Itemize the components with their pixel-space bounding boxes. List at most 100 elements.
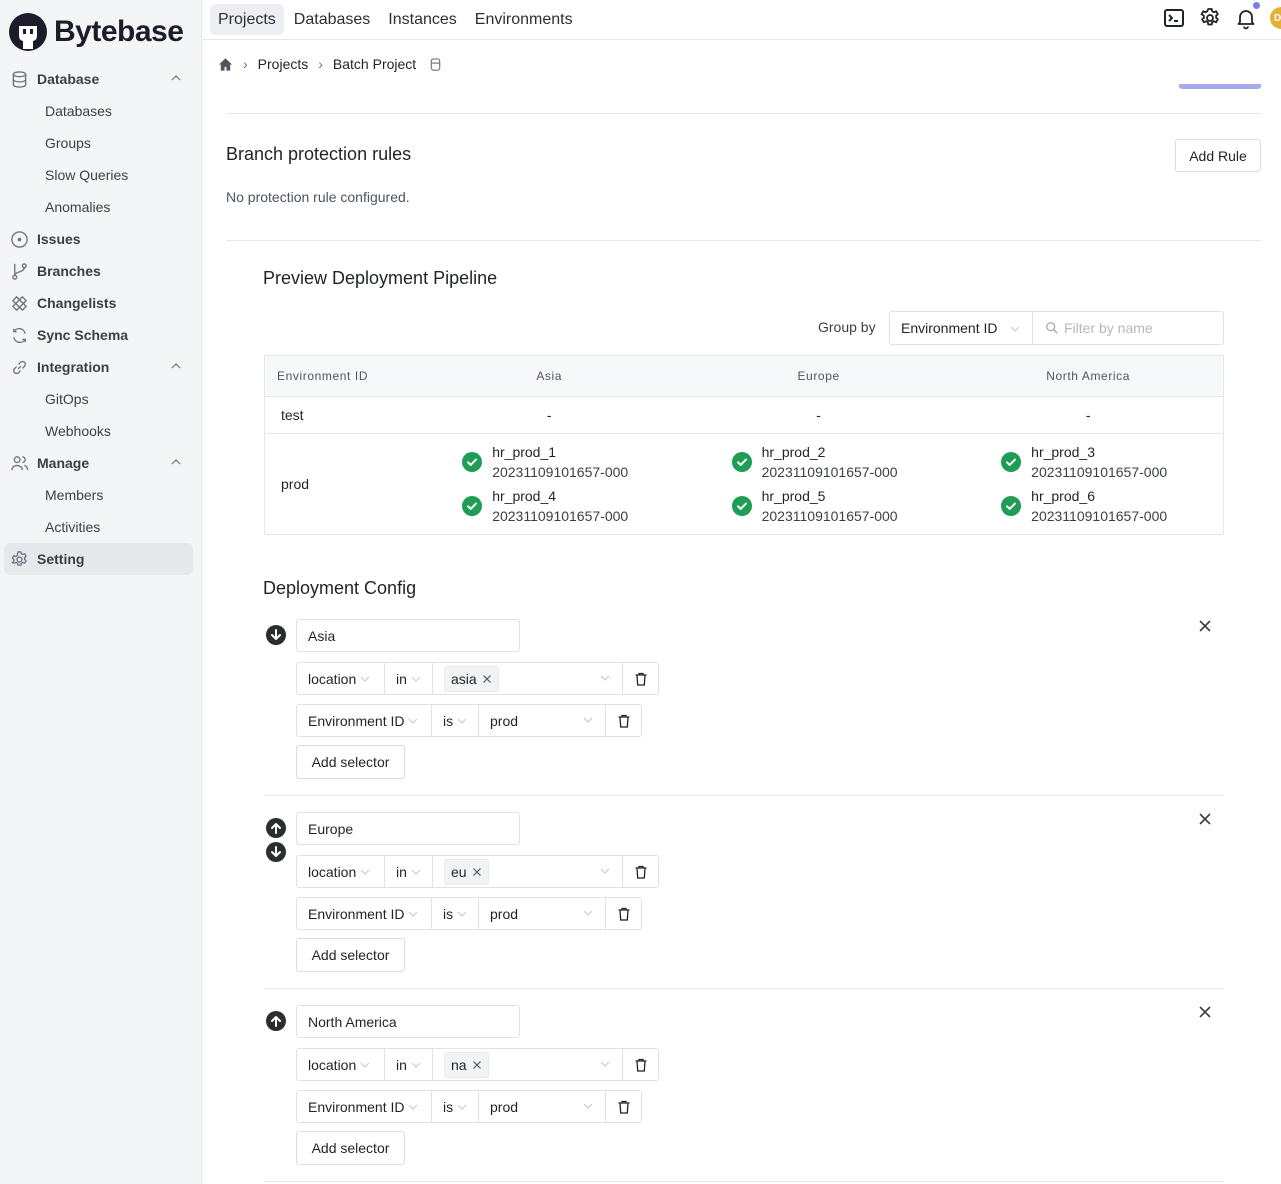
sidebar-item-label: Activities: [45, 519, 101, 535]
sidebar-item-anomalies[interactable]: Anomalies: [0, 191, 201, 223]
top-nav-environments[interactable]: Environments: [467, 4, 581, 35]
gear-icon[interactable]: [1198, 6, 1222, 30]
filter-by-name-input[interactable]: [1064, 320, 1214, 336]
divider: [226, 240, 1261, 241]
stage-name-input[interactable]: [296, 619, 520, 652]
home-icon[interactable]: [218, 57, 233, 72]
database-cell: hr_prod_1 20231109101657-000 hr_prod_4 2023…: [414, 433, 684, 535]
table-row: prod hr_prod_1 20231109101657-000 hr_prod_4…: [264, 433, 1224, 535]
sidebar-item-databases[interactable]: Databases: [0, 95, 201, 127]
selector-value-select[interactable]: prod: [479, 1091, 606, 1122]
selector-row: location in na: [296, 1048, 659, 1081]
selector-value-select[interactable]: asia: [433, 663, 623, 694]
chevron-up-icon[interactable]: [169, 359, 183, 373]
selector-operator-select[interactable]: in: [385, 663, 433, 694]
sidebar-item-label: Issues: [37, 231, 81, 247]
bell-icon[interactable]: [1234, 2, 1260, 30]
sidebar-item-slow-queries[interactable]: Slow Queries: [0, 159, 201, 191]
move-up-icon[interactable]: [266, 818, 286, 838]
database-item[interactable]: hr_prod_5 20231109101657-000: [731, 486, 906, 526]
breadcrumb-projects[interactable]: Projects: [258, 56, 309, 72]
selector-operator-select[interactable]: is: [432, 898, 479, 929]
chevron-up-icon[interactable]: [169, 455, 183, 469]
database-text: hr_prod_2 20231109101657-000: [762, 442, 898, 482]
chevron-up-icon[interactable]: [169, 71, 183, 85]
selector-operator-select[interactable]: is: [432, 705, 479, 736]
selector-key-select[interactable]: Environment ID: [297, 705, 432, 736]
database-item[interactable]: hr_prod_1 20231109101657-000: [462, 442, 636, 482]
environment-cell: test: [264, 396, 415, 434]
add-selector-button[interactable]: Add selector: [296, 745, 405, 779]
top-nav-databases[interactable]: Databases: [286, 4, 379, 35]
database-item[interactable]: hr_prod_4 20231109101657-000: [462, 486, 636, 526]
sidebar-item-sync-schema[interactable]: Sync Schema: [0, 319, 201, 351]
selector-key-select[interactable]: location: [297, 663, 385, 694]
top-nav-projects[interactable]: Projects: [210, 4, 284, 35]
add-selector-button[interactable]: Add selector: [296, 938, 405, 972]
remove-tag-icon[interactable]: [472, 867, 482, 877]
delete-selector-button[interactable]: [623, 856, 658, 887]
sidebar-item-database[interactable]: Database: [0, 63, 201, 95]
selector-operator-select[interactable]: in: [385, 1049, 433, 1080]
selector-key-select[interactable]: location: [297, 1049, 385, 1080]
filter-by-name-field[interactable]: [1032, 311, 1224, 345]
remove-tag-icon[interactable]: [472, 1060, 482, 1070]
move-down-icon[interactable]: [266, 625, 286, 645]
remove-stage-icon[interactable]: [1198, 1005, 1212, 1019]
sidebar-item-setting[interactable]: Setting: [4, 543, 193, 575]
sidebar-item-members[interactable]: Members: [0, 479, 201, 511]
remove-stage-icon[interactable]: [1198, 812, 1212, 826]
sidebar-item-label: Branches: [37, 263, 101, 279]
selector-operator: in: [396, 670, 407, 687]
delete-selector-button[interactable]: [606, 705, 641, 736]
app-name: Bytebase: [54, 15, 184, 48]
sidebar-item-manage[interactable]: Manage: [0, 447, 201, 479]
delete-selector-button[interactable]: [623, 1049, 658, 1080]
selector-key-select[interactable]: location: [297, 856, 385, 887]
search-icon: [1046, 322, 1058, 334]
sidebar-item-groups[interactable]: Groups: [0, 127, 201, 159]
avatar[interactable]: DE: [1270, 7, 1281, 29]
bytebase-logo[interactable]: Bytebase: [8, 12, 184, 52]
selector-operator-select[interactable]: is: [432, 1091, 479, 1122]
delete-selector-button[interactable]: [623, 663, 658, 694]
delete-selector-button[interactable]: [606, 1091, 641, 1122]
save-button-partial[interactable]: [1179, 84, 1261, 89]
remove-stage-icon[interactable]: [1198, 619, 1212, 633]
selector-value-select[interactable]: eu: [433, 856, 623, 887]
delete-selector-button[interactable]: [606, 898, 641, 929]
database-item[interactable]: hr_prod_2 20231109101657-000: [731, 442, 906, 482]
add-selector-button[interactable]: Add selector: [296, 1131, 405, 1165]
sidebar-item-issues[interactable]: Issues: [0, 223, 201, 255]
breadcrumb-batch-project[interactable]: Batch Project: [333, 56, 416, 72]
stage-name-input[interactable]: [296, 1005, 520, 1038]
sidebar-item-webhooks[interactable]: Webhooks: [0, 415, 201, 447]
move-up-icon[interactable]: [266, 1011, 286, 1031]
sidebar-item-gitops[interactable]: GitOps: [0, 383, 201, 415]
selector-value-select[interactable]: prod: [479, 705, 606, 736]
trash-icon: [635, 865, 646, 879]
database-item[interactable]: hr_prod_6 20231109101657-000: [1001, 486, 1175, 526]
selector-value-select[interactable]: prod: [479, 898, 606, 929]
users-icon: [9, 453, 29, 473]
top-nav-instances[interactable]: Instances: [380, 4, 464, 35]
column-header-asia: Asia: [414, 355, 684, 397]
sidebar-item-changelists[interactable]: Changelists: [0, 287, 201, 319]
database-item[interactable]: hr_prod_3 20231109101657-000: [1001, 442, 1175, 482]
selector-row: location in asia: [296, 662, 659, 695]
sidebar-item-activities[interactable]: Activities: [0, 511, 201, 543]
group-by-select[interactable]: Environment ID: [889, 311, 1033, 345]
selector-value-select[interactable]: na: [433, 1049, 623, 1080]
add-rule-button[interactable]: Add Rule: [1175, 139, 1261, 172]
move-down-icon[interactable]: [266, 842, 286, 862]
sidebar-item-branches[interactable]: Branches: [0, 255, 201, 287]
database-name: hr_prod_4: [492, 488, 557, 504]
selector-key-select[interactable]: Environment ID: [297, 898, 432, 929]
sidebar-item-integration[interactable]: Integration: [0, 351, 201, 383]
terminal-icon[interactable]: [1162, 6, 1186, 30]
selector-operator-select[interactable]: in: [385, 856, 433, 887]
pipeline-table: Environment ID Asia Europe North America te…: [264, 355, 1224, 535]
remove-tag-icon[interactable]: [482, 674, 492, 684]
selector-key-select[interactable]: Environment ID: [297, 1091, 432, 1122]
stage-name-input[interactable]: [296, 812, 520, 845]
